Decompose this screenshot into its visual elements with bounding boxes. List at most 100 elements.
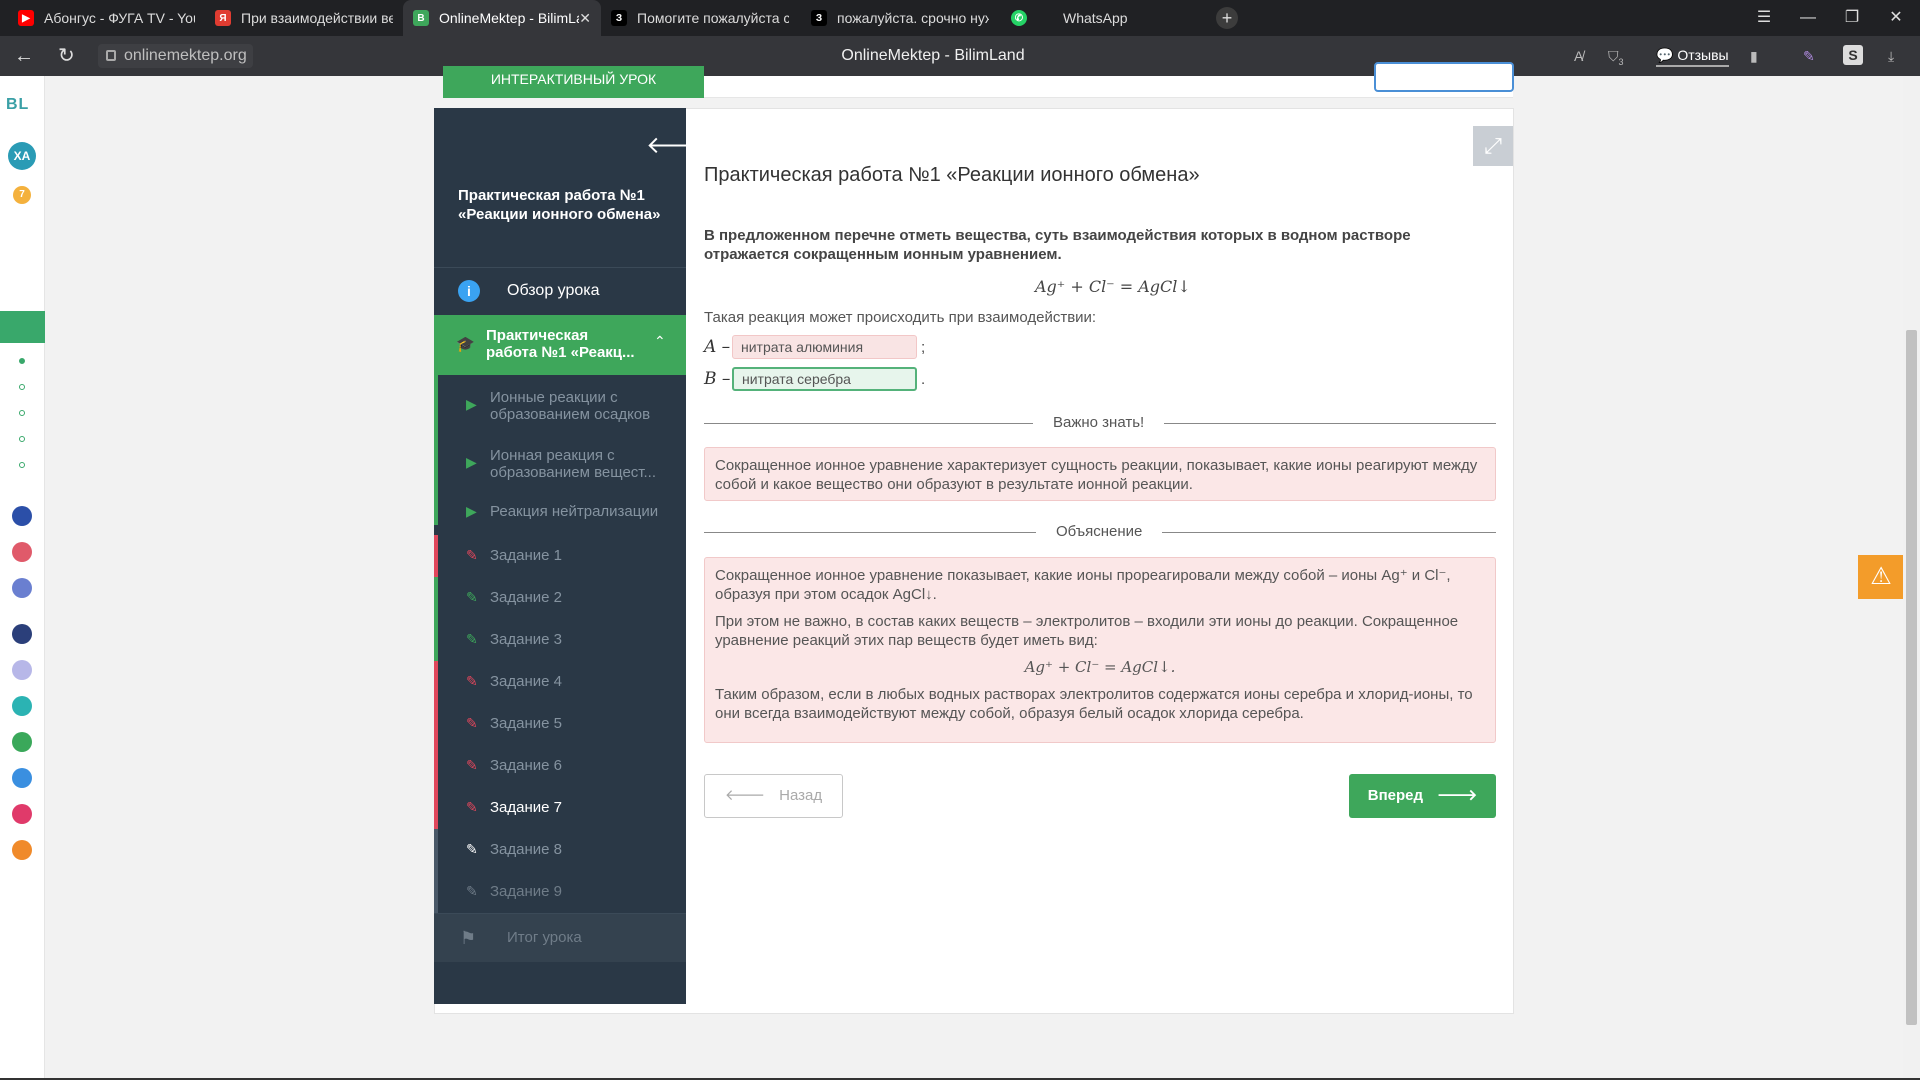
status-bar — [434, 703, 438, 745]
tab-title: WhatsApp — [1063, 10, 1128, 26]
next-label: Вперед — [1367, 787, 1424, 804]
browser-tab-onlinemektep[interactable]: B OnlineMektep - BilimLand ✕ — [403, 0, 601, 36]
lesson-item-label: Задание 8 — [490, 841, 563, 858]
scrollbar-thumb[interactable] — [1906, 330, 1917, 1025]
graduation-cap-icon: 🎓 — [456, 336, 475, 353]
tab-menu-icon[interactable]: ☰ — [1742, 0, 1786, 36]
back-arrow-icon[interactable]: 🡐 — [646, 130, 710, 160]
reviews-button[interactable]: 💬 Отзывы — [1656, 45, 1729, 67]
lesson-item-task-2[interactable]: ✎ Задание 2 — [434, 577, 686, 619]
app-icon[interactable] — [12, 768, 32, 788]
browser-tab-whatsapp[interactable]: ✆ WhatsApp — [1001, 0, 1199, 36]
fullscreen-button[interactable]: ⤢ — [1473, 126, 1513, 166]
lesson-item-task-3[interactable]: ✎ Задание 3 — [434, 619, 686, 661]
badge-count: 3 — [1618, 56, 1624, 67]
app-icon[interactable] — [12, 624, 32, 644]
minimize-button[interactable]: — — [1786, 0, 1830, 36]
lesson-section-header[interactable]: 🎓 Практическая работа №1 «Реакц... ⌃ — [434, 315, 686, 375]
warning-button[interactable]: ⚠ — [1858, 555, 1904, 599]
arrow-right-icon: 🡒 — [1437, 787, 1478, 804]
status-bar — [434, 535, 438, 577]
browser-tab-yandex[interactable]: Я При взаимодействии веществ — [205, 0, 403, 36]
answer-b-label: B – — [704, 369, 731, 389]
edit-icon: ✎ — [466, 799, 478, 815]
lesson-item-task-8[interactable]: ✎ Задание 8 — [434, 829, 686, 871]
back-button[interactable]: 🡐 Назад — [704, 774, 843, 818]
lesson-item-label: Задание 5 — [490, 715, 563, 732]
app-icon[interactable] — [12, 578, 32, 598]
sidebar-dot[interactable] — [19, 436, 25, 442]
next-button[interactable]: Вперед 🡒 — [1349, 774, 1496, 818]
important-box: Сокращенное ионное уравнение характеризу… — [704, 447, 1496, 501]
lesson-item-video[interactable]: ▶ Ионная реакция с образованием вещест..… — [434, 441, 686, 485]
edit-icon: ✎ — [466, 757, 478, 773]
lesson-item-label: Задание 2 — [490, 589, 563, 606]
answer-b-dropdown[interactable]: нитрата серебра — [732, 367, 917, 391]
app-icon[interactable] — [12, 506, 32, 526]
lesson-summary-item[interactable]: ⚑ Итог урока — [434, 914, 686, 962]
answer-b-punctuation: . — [921, 371, 926, 388]
sidebar-dot[interactable] — [19, 384, 25, 390]
app-icon[interactable] — [12, 804, 32, 824]
close-icon[interactable]: ✕ — [579, 10, 591, 27]
lesson-item-label: Задание 3 — [490, 631, 563, 648]
avatar[interactable]: ХА — [8, 142, 36, 170]
app-icon[interactable] — [12, 660, 32, 680]
new-tab-button[interactable]: + — [1216, 7, 1238, 29]
notification-badge[interactable]: 7 — [13, 186, 31, 204]
browser-sidebar: BL ХА 7 — [0, 76, 45, 1078]
app-icon[interactable] — [12, 732, 32, 752]
app-icon[interactable] — [12, 696, 32, 716]
lesson-overview-item[interactable]: i Обзор урока — [434, 268, 686, 314]
sidebar-active-item[interactable] — [0, 311, 45, 343]
edit-icon: ✎ — [466, 841, 478, 857]
lesson-item-task-1[interactable]: ✎ Задание 1 — [434, 535, 686, 577]
lesson-item-task-9[interactable]: ✎ Задание 9 — [434, 871, 686, 913]
explanation-paragraph-2: При этом не важно, в состав каких вещест… — [715, 613, 1459, 649]
lesson-item-task-6[interactable]: ✎ Задание 6 — [434, 745, 686, 787]
lesson-item-video[interactable]: ▶ Реакция нейтрализации — [434, 499, 686, 535]
tab-title: При взаимодействии веществ — [241, 10, 393, 26]
lesson-item-label: Ионная реакция с образованием вещест... — [490, 447, 656, 481]
browser-tab-youtube[interactable]: ▶ Абонгус - ФУГА TV - YouTube — [8, 0, 205, 36]
sidebar-dot[interactable] — [19, 358, 25, 364]
lesson-item-task-4[interactable]: ✎ Задание 4 — [434, 661, 686, 703]
chevron-up-icon[interactable]: ⌃ — [654, 333, 666, 350]
task-heading: Практическая работа №1 «Реакции ионного … — [704, 164, 1200, 186]
pen-icon[interactable]: ✎ — [1803, 47, 1815, 65]
download-icon[interactable]: ⤓ — [1888, 47, 1894, 65]
status-bar — [434, 619, 438, 661]
translate-icon[interactable]: A̸ — [1574, 47, 1583, 65]
status-bar — [434, 745, 438, 787]
restore-button[interactable]: ❐ — [1830, 0, 1874, 36]
answer-a-dropdown[interactable]: нитрата алюминия — [732, 335, 917, 359]
bilimland-icon: B — [413, 10, 429, 26]
browser-tab-znanija-1[interactable]: З Помогите пожалуйста с химией — [601, 0, 799, 36]
znanija-icon: З — [811, 10, 827, 26]
app-icon[interactable] — [12, 840, 32, 860]
edit-icon: ✎ — [466, 883, 478, 899]
znanija-icon: З — [611, 10, 627, 26]
youtube-icon: ▶ — [18, 10, 34, 26]
lesson-item-video[interactable]: ▶ Ионные реакции с образованием осадков — [434, 383, 686, 427]
bookmark-icon[interactable]: ▮ — [1750, 47, 1758, 65]
lesson-item-task-5[interactable]: ✎ Задание 5 — [434, 703, 686, 745]
open-chat-button[interactable] — [1374, 62, 1514, 92]
lesson-item-label: Задание 1 — [490, 547, 563, 564]
lesson-item-label: Ионные реакции с образованием осадков — [490, 389, 651, 423]
close-window-button[interactable]: ✕ — [1874, 0, 1918, 36]
status-bar — [434, 787, 438, 829]
expand-icon: ⤢ — [1484, 133, 1502, 158]
browser-tab-znanija-2[interactable]: З пожалуйста. срочно нужно — [801, 0, 999, 36]
sidebar-dot[interactable] — [19, 462, 25, 468]
task-instructions: В предложенном перечне отметь вещества, … — [704, 227, 1411, 263]
edit-icon: ✎ — [466, 631, 478, 647]
extensions-icon[interactable]: ⛉3 — [1608, 47, 1624, 71]
explanation-label: Объяснение — [1036, 523, 1163, 540]
app-icon[interactable] — [12, 542, 32, 562]
extension-s-icon[interactable]: S — [1843, 45, 1863, 65]
yandex-icon: Я — [215, 10, 231, 26]
lesson-item-label: Задание 9 — [490, 883, 563, 900]
sidebar-dot[interactable] — [19, 410, 25, 416]
lesson-item-task-7[interactable]: ✎ Задание 7 — [434, 787, 686, 829]
